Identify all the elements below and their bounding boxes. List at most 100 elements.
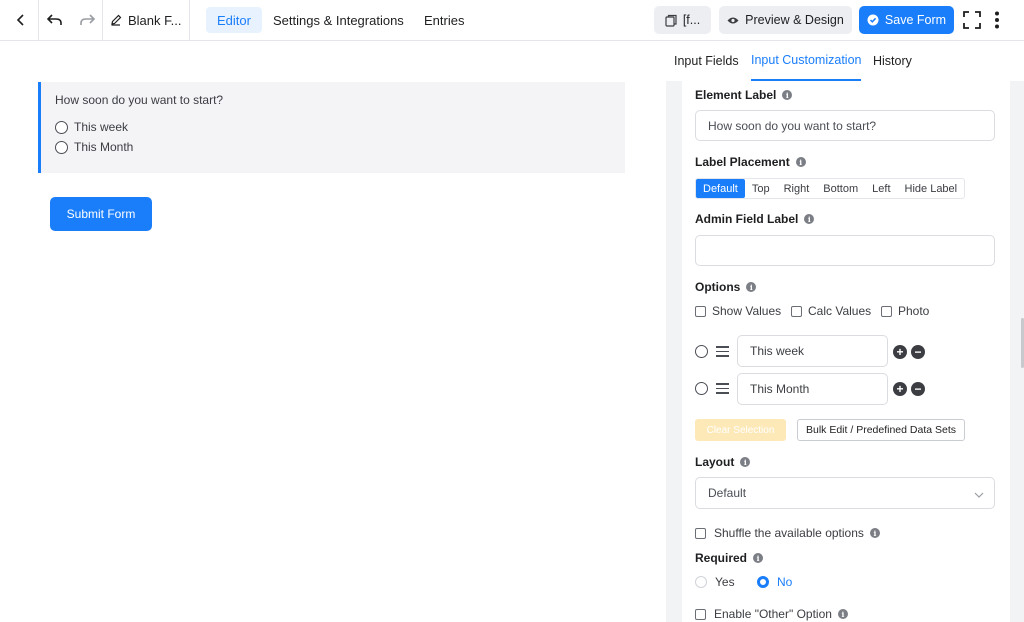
radio-icon — [695, 576, 707, 588]
label-placement-heading: Label Placement i — [695, 155, 806, 169]
checkbox-icon — [791, 305, 802, 317]
remove-option-icon[interactable]: − — [911, 345, 925, 359]
info-icon[interactable]: i — [795, 157, 806, 167]
eye-icon — [727, 16, 739, 25]
radio-icon — [55, 140, 68, 154]
option-value-input[interactable]: This Month — [737, 373, 888, 405]
question-label: How soon do you want to start? — [55, 93, 224, 107]
save-form-label: Save Form — [884, 13, 947, 27]
enable-other-option-label: Enable "Other" Option — [714, 607, 832, 621]
radio-icon — [55, 120, 68, 134]
default-option-radio[interactable] — [695, 345, 708, 358]
preview-option-label: This week — [74, 120, 129, 134]
tab-history[interactable]: History — [873, 41, 912, 81]
preview-design-button[interactable]: Preview & Design — [719, 6, 852, 34]
required-yes-radio[interactable]: Yes — [695, 575, 735, 589]
preview-design-label: Preview & Design — [745, 13, 844, 27]
form-title[interactable]: Blank F... — [110, 0, 181, 40]
placement-right[interactable]: Right — [777, 179, 817, 198]
layout-select-value: Default — [708, 486, 747, 500]
tab-input-fields[interactable]: Input Fields — [674, 41, 739, 81]
admin-field-label-heading: Admin Field Label i — [695, 212, 815, 226]
preview-option[interactable]: This week — [55, 120, 128, 134]
layout-heading: Layout i — [695, 455, 751, 469]
info-icon[interactable]: i — [740, 457, 751, 467]
undo-icon[interactable] — [42, 0, 66, 40]
preview-option[interactable]: This Month — [55, 140, 133, 154]
shuffle-options-label: Shuffle the available options — [714, 526, 864, 540]
show-values-checkbox[interactable]: Show Values — [695, 304, 781, 318]
checkbox-icon — [695, 608, 706, 620]
element-label-heading: Element Label i — [695, 88, 793, 102]
photo-checkbox[interactable]: Photo — [881, 304, 929, 318]
label-placement-title: Label Placement — [695, 155, 790, 169]
drag-handle-icon[interactable] — [716, 346, 729, 360]
default-option-radio[interactable] — [695, 382, 708, 395]
checkbox-icon — [881, 305, 892, 317]
admin-field-label-input[interactable] — [695, 235, 995, 266]
panel-gutter — [666, 41, 682, 622]
admin-field-label-title: Admin Field Label — [695, 212, 799, 226]
placement-default[interactable]: Default — [696, 179, 745, 198]
shuffle-options-checkbox[interactable]: Shuffle the available options i — [695, 526, 880, 540]
radio-selected-icon — [757, 576, 769, 588]
element-label-title: Element Label — [695, 88, 777, 102]
placement-bottom[interactable]: Bottom — [816, 179, 865, 198]
fullscreen-icon[interactable] — [960, 0, 984, 40]
tab-input-customization[interactable]: Input Customization — [751, 41, 862, 81]
placement-top[interactable]: Top — [745, 179, 777, 198]
info-icon[interactable]: i — [869, 528, 880, 538]
top-bar: Blank F... Editor Settings & Integration… — [0, 0, 1024, 41]
enable-other-option-checkbox[interactable]: Enable "Other" Option i — [695, 607, 848, 621]
option-value-input[interactable]: This week — [737, 335, 888, 367]
pencil-icon — [110, 14, 122, 26]
checkbox-icon — [695, 527, 706, 539]
clear-selection-button[interactable]: Clear Selection — [695, 419, 786, 441]
tab-editor[interactable]: Editor — [206, 7, 262, 33]
tab-entries[interactable]: Entries — [413, 7, 475, 33]
required-no-label: No — [777, 575, 793, 589]
required-yes-label: Yes — [715, 575, 735, 589]
layout-select[interactable]: Default — [695, 477, 995, 509]
required-title: Required — [695, 551, 748, 565]
options-title: Options — [695, 280, 741, 294]
required-heading: Required i — [695, 551, 764, 565]
shortcode-label: [f... — [682, 13, 701, 27]
chevron-down-icon — [974, 488, 984, 502]
info-icon[interactable]: i — [804, 214, 815, 224]
photo-label: Photo — [898, 304, 930, 318]
info-icon[interactable]: i — [782, 90, 793, 100]
bulk-edit-button[interactable]: Bulk Edit / Predefined Data Sets — [797, 419, 965, 441]
add-option-icon[interactable]: + — [893, 382, 907, 396]
form-title-text: Blank F... — [128, 12, 182, 28]
element-label-input[interactable]: How soon do you want to start? — [695, 110, 995, 141]
calc-values-label: Calc Values — [808, 304, 872, 318]
placement-left[interactable]: Left — [865, 179, 897, 198]
panel-tabs: Input Fields Input Customization History — [666, 41, 1024, 81]
layout-title: Layout — [695, 455, 735, 469]
drag-handle-icon[interactable] — [716, 383, 729, 397]
copy-icon — [665, 14, 677, 27]
placement-hide-label[interactable]: Hide Label — [898, 179, 965, 198]
more-vertical-icon[interactable] — [988, 0, 1006, 40]
preview-option-label: This Month — [74, 140, 134, 154]
options-heading: Options i — [695, 280, 757, 294]
redo-icon[interactable] — [75, 0, 99, 40]
submit-form-button[interactable]: Submit Form — [50, 197, 152, 231]
save-form-button[interactable]: Save Form — [859, 6, 954, 34]
remove-option-icon[interactable]: − — [911, 382, 925, 396]
info-icon[interactable]: i — [746, 282, 757, 292]
required-no-radio[interactable]: No — [757, 575, 792, 589]
question-card[interactable]: How soon do you want to start? This week… — [38, 82, 625, 173]
show-values-label: Show Values — [712, 304, 782, 318]
back-chevron-icon[interactable] — [8, 0, 34, 40]
info-icon[interactable]: i — [837, 609, 848, 619]
add-option-icon[interactable]: + — [893, 345, 907, 359]
check-circle-icon — [867, 14, 879, 26]
shortcode-button[interactable]: [f... — [654, 6, 711, 34]
checkbox-icon — [695, 305, 706, 317]
calc-values-checkbox[interactable]: Calc Values — [791, 304, 871, 318]
label-placement-group: Default Top Right Bottom Left Hide Label — [695, 178, 966, 199]
info-icon[interactable]: i — [753, 553, 764, 563]
tab-settings-integrations[interactable]: Settings & Integrations — [262, 7, 415, 33]
